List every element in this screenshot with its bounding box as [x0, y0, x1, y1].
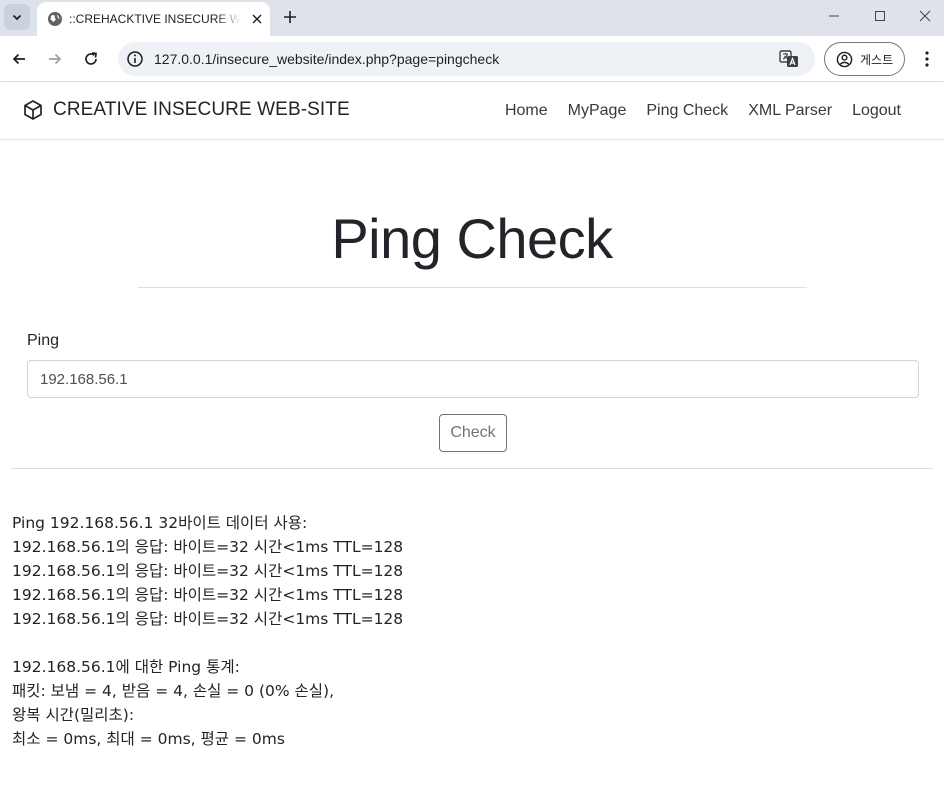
back-button[interactable]	[7, 47, 31, 71]
output-line: Ping 192.168.56.1 32바이트 데이터 사용:	[12, 514, 308, 532]
address-bar[interactable]: 127.0.0.1/insecure_website/index.php?pag…	[118, 42, 815, 76]
new-tab-button[interactable]	[279, 6, 301, 28]
check-button[interactable]: Check	[439, 414, 507, 452]
output-line: 왕복 시간(밀리초):	[12, 706, 135, 724]
maximize-button[interactable]	[865, 4, 895, 28]
output-line: 192.168.56.1의 응답: 바이트=32 시간<1ms TTL=128	[12, 610, 404, 628]
close-icon[interactable]	[248, 10, 266, 28]
ping-output: Ping 192.168.56.1 32바이트 데이터 사용: 192.168.…	[12, 511, 403, 751]
profile-label: 게스트	[860, 52, 894, 67]
brand-link[interactable]: CREATIVE INSECURE WEB-SITE	[22, 99, 350, 121]
minimize-icon	[829, 15, 839, 17]
nav-link-xml-parser[interactable]: XML Parser	[748, 102, 832, 120]
plus-icon	[284, 11, 296, 23]
person-circle-icon	[836, 51, 853, 67]
tab-title: ::CREHACKTIVE INSECURE WEB	[69, 12, 241, 26]
minimize-button[interactable]	[819, 4, 849, 28]
arrow-left-icon	[12, 53, 25, 65]
output-line: 192.168.56.1의 응답: 바이트=32 시간<1ms TTL=128	[12, 586, 404, 604]
nav-links: Home MyPage Ping Check XML Parser Logout	[505, 102, 901, 120]
more-vert-icon	[925, 51, 929, 67]
ping-field-label: Ping	[27, 332, 60, 349]
brand-title: CREATIVE INSECURE WEB-SITE	[53, 99, 350, 120]
info-icon[interactable]	[126, 50, 144, 68]
cube-icon	[24, 100, 42, 120]
output-line: 192.168.56.1의 응답: 바이트=32 시간<1ms TTL=128	[12, 538, 404, 556]
reload-button[interactable]	[79, 47, 103, 71]
page-title: Ping Check	[331, 207, 613, 270]
result-divider	[11, 468, 933, 469]
tab-search-button[interactable]	[4, 4, 30, 30]
output-line: 192.168.56.1에 대한 Ping 통계:	[12, 658, 240, 676]
chevron-down-icon	[12, 14, 22, 21]
arrow-right-icon	[49, 53, 62, 65]
title-divider	[138, 287, 807, 288]
profile-button[interactable]: 게스트	[824, 42, 905, 76]
output-line: 최소 = 0ms, 최대 = 0ms, 평균 = 0ms	[12, 730, 285, 748]
translate-icon[interactable]	[779, 50, 799, 68]
output-line: 192.168.56.1의 응답: 바이트=32 시간<1ms TTL=128	[12, 562, 404, 580]
browser-tab[interactable]: ::CREHACKTIVE INSECURE WEB	[37, 2, 270, 36]
reload-icon	[85, 52, 97, 65]
browser-tabstrip: ::CREHACKTIVE INSECURE WEB	[0, 0, 944, 36]
nav-link-logout[interactable]: Logout	[852, 102, 901, 120]
browser-toolbar: 127.0.0.1/insecure_website/index.php?pag…	[0, 36, 944, 82]
url-text[interactable]: 127.0.0.1/insecure_website/index.php?pag…	[154, 51, 499, 67]
window-close-icon	[919, 10, 931, 22]
maximize-icon	[875, 11, 885, 21]
browser-menu-button[interactable]	[918, 47, 936, 71]
nav-link-mypage[interactable]: MyPage	[568, 102, 627, 120]
ping-input[interactable]	[27, 360, 919, 398]
site-navbar: CREATIVE INSECURE WEB-SITE Home MyPage P…	[0, 83, 944, 140]
forward-button[interactable]	[43, 47, 67, 71]
nav-link-home[interactable]: Home	[505, 102, 548, 120]
nav-link-ping-check[interactable]: Ping Check	[646, 102, 728, 120]
output-line: 패킷: 보냄 = 4, 받음 = 4, 손실 = 0 (0% 손실),	[12, 682, 335, 700]
window-close-button[interactable]	[910, 4, 940, 28]
globe-icon	[48, 12, 62, 26]
